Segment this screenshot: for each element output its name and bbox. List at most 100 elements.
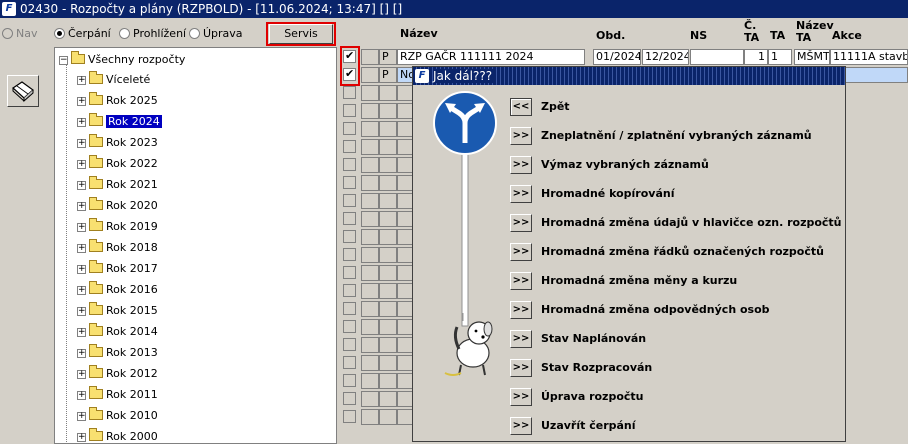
row1-ta[interactable]: 1 <box>768 49 792 65</box>
expand-icon[interactable]: + <box>77 412 86 421</box>
row1-c-ta[interactable]: 1 <box>744 49 768 65</box>
go-button[interactable]: >> <box>510 156 532 174</box>
row-checkbox[interactable] <box>343 248 356 261</box>
go-button[interactable]: >> <box>510 301 532 319</box>
row-checkbox[interactable] <box>343 392 356 405</box>
row-checkbox[interactable] <box>343 338 356 351</box>
tree-item[interactable]: + Rok 2016 <box>77 281 158 298</box>
expand-icon[interactable]: + <box>77 349 86 358</box>
row1-ns[interactable] <box>690 49 744 65</box>
tree-item[interactable]: + Rok 2010 <box>77 407 158 424</box>
tree-item-label: Rok 2015 <box>106 304 158 317</box>
row-checkbox[interactable] <box>343 212 356 225</box>
dialog-item-label[interactable]: Stav Naplánován <box>541 330 646 348</box>
expand-icon[interactable]: + <box>77 139 86 148</box>
row-checkbox[interactable] <box>343 230 356 243</box>
radio-uprava[interactable]: Úprava <box>189 26 243 42</box>
expand-icon[interactable]: + <box>77 202 86 211</box>
row1-nazev[interactable]: RZP GAČR 111111 2024 <box>397 49 585 65</box>
dialog-item-label[interactable]: Hromadná změna řádků označených rozpočtů <box>541 243 824 261</box>
go-button[interactable]: >> <box>510 330 532 348</box>
expand-icon[interactable]: + <box>77 244 86 253</box>
expand-icon[interactable]: + <box>77 160 86 169</box>
tree-item[interactable]: + Rok 2019 <box>77 218 158 235</box>
expand-icon[interactable]: + <box>77 97 86 106</box>
dialog-item-label[interactable]: Zpět <box>541 98 570 116</box>
row-checkbox[interactable] <box>343 410 356 423</box>
expand-icon[interactable]: + <box>77 328 86 337</box>
go-button[interactable]: >> <box>510 127 532 145</box>
go-button[interactable]: >> <box>510 243 532 261</box>
back-button[interactable]: << <box>510 98 532 116</box>
radio-cerpani[interactable]: Čerpání <box>54 26 111 42</box>
tree-item[interactable]: + Rok 2014 <box>77 323 158 340</box>
collapse-icon[interactable]: − <box>59 56 68 65</box>
expand-icon[interactable]: + <box>77 433 86 442</box>
dialog-item-label[interactable]: Hromadná změna měny a kurzu <box>541 272 737 290</box>
expand-icon[interactable]: + <box>77 370 86 379</box>
go-button[interactable]: >> <box>510 272 532 290</box>
tree-item-label: Rok 2019 <box>106 220 158 233</box>
expand-icon[interactable]: + <box>77 118 86 127</box>
row-checkbox[interactable] <box>343 356 356 369</box>
row1-akce[interactable]: 11111A stavba <box>830 49 908 65</box>
tree-item[interactable]: + Víceleté <box>77 71 150 88</box>
servis-button[interactable]: Servis <box>269 24 333 44</box>
budget-tree[interactable]: − Všechny rozpočty + Víceleté + Rok 2025 + Rok… <box>54 47 337 444</box>
row1-nazev-ta[interactable]: MŠMT <box>794 49 830 65</box>
tree-item-label: Rok 2014 <box>106 325 158 338</box>
go-button[interactable]: >> <box>510 185 532 203</box>
expand-icon[interactable]: + <box>77 307 86 316</box>
dialog-item-label[interactable]: Uzavřít čerpání <box>541 417 636 435</box>
dialog-item-label[interactable]: Úprava rozpočtu <box>541 388 644 406</box>
row2-akce[interactable] <box>845 67 908 83</box>
row-checkbox[interactable] <box>343 176 356 189</box>
tree-item[interactable]: + Rok 2011 <box>77 386 158 403</box>
dialog-item-label[interactable]: Hromadné kopírování <box>541 185 674 203</box>
tree-item[interactable]: + Rok 2025 <box>77 92 158 109</box>
tree-item[interactable]: + Rok 2017 <box>77 260 158 277</box>
row-checkbox[interactable] <box>343 284 356 297</box>
expand-icon[interactable]: + <box>77 265 86 274</box>
row1-od[interactable]: 01/2024 <box>593 49 641 65</box>
dialog-item-label[interactable]: Stav Rozpracován <box>541 359 652 377</box>
expand-icon[interactable]: + <box>77 223 86 232</box>
row-checkbox[interactable] <box>343 104 356 117</box>
row-checkbox[interactable] <box>343 158 356 171</box>
dialog-item-label[interactable]: Hromadná změna odpovědných osob <box>541 301 770 319</box>
expand-icon[interactable]: + <box>77 391 86 400</box>
tree-item[interactable]: + Rok 2015 <box>77 302 158 319</box>
dialog-item-label[interactable]: Výmaz vybraných záznamů <box>541 156 709 174</box>
radio-prohlizeni[interactable]: Prohlížení <box>119 26 186 42</box>
row-checkbox[interactable] <box>343 122 356 135</box>
row-checkbox[interactable] <box>343 302 356 315</box>
tree-item[interactable]: + Rok 2013 <box>77 344 158 361</box>
dialog-item-label[interactable]: Zneplatnění / zplatnění vybraných záznam… <box>541 127 812 145</box>
tree-item[interactable]: + Rok 2020 <box>77 197 158 214</box>
row-checkbox[interactable] <box>343 374 356 387</box>
tree-item[interactable]: + Rok 2012 <box>77 365 158 382</box>
go-button[interactable]: >> <box>510 359 532 377</box>
tree-item[interactable]: + Rok 2024 <box>77 113 162 130</box>
row-checkbox[interactable] <box>343 86 356 99</box>
row-checkbox[interactable] <box>343 194 356 207</box>
expand-icon[interactable]: + <box>77 181 86 190</box>
dialog-item-label[interactable]: Hromadná změna údajů v hlavičce ozn. roz… <box>541 214 842 232</box>
tree-item[interactable]: + Rok 2018 <box>77 239 158 256</box>
nav-radio: Nav <box>2 26 37 42</box>
eraser-tool-button[interactable] <box>7 75 39 107</box>
row1-do[interactable]: 12/2024 <box>642 49 689 65</box>
row-checkbox[interactable] <box>343 266 356 279</box>
tree-root[interactable]: − Všechny rozpočty <box>59 51 185 68</box>
row-checkbox[interactable] <box>343 320 356 333</box>
row-checkbox[interactable] <box>343 140 356 153</box>
go-button[interactable]: >> <box>510 417 532 435</box>
tree-item[interactable]: + Rok 2022 <box>77 155 158 172</box>
expand-icon[interactable]: + <box>77 286 86 295</box>
expand-icon[interactable]: + <box>77 76 86 85</box>
tree-item[interactable]: + Rok 2021 <box>77 176 158 193</box>
tree-item[interactable]: + Rok 2000 <box>77 428 158 443</box>
tree-item[interactable]: + Rok 2023 <box>77 134 158 151</box>
go-button[interactable]: >> <box>510 214 532 232</box>
go-button[interactable]: >> <box>510 388 532 406</box>
